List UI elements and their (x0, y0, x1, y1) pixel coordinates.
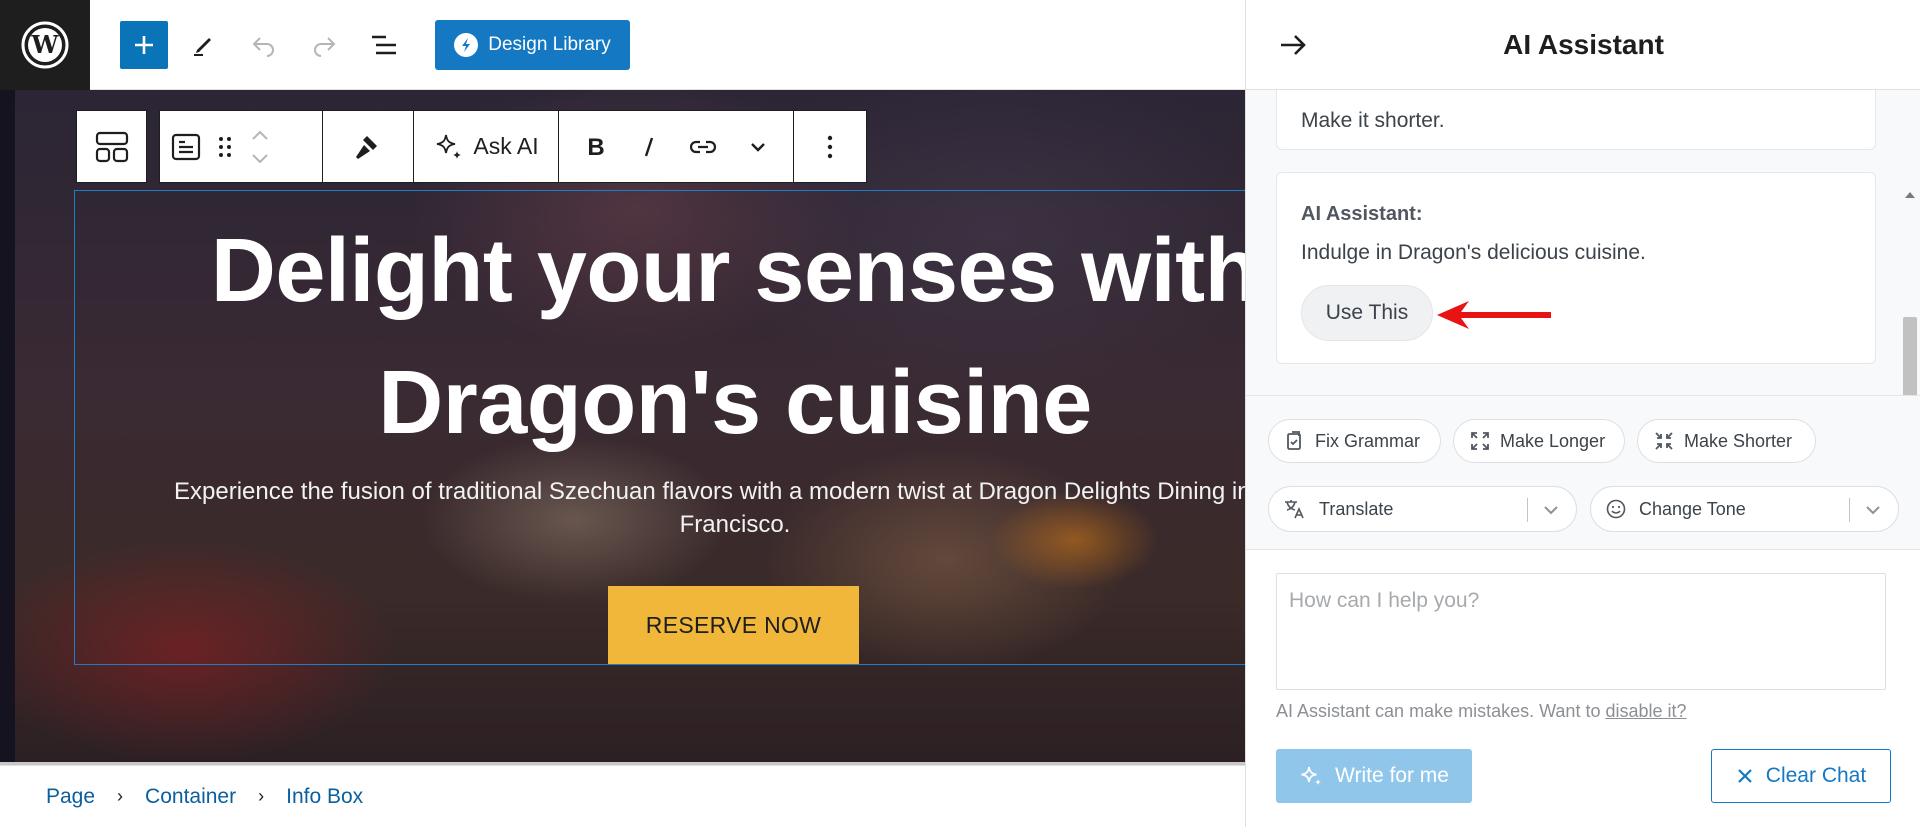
change-tone-chevron-down-icon[interactable] (1862, 499, 1884, 521)
select-divider (1849, 498, 1850, 522)
translate-chevron-down-icon[interactable] (1540, 499, 1562, 521)
make-shorter-button[interactable]: Make Shorter (1637, 419, 1816, 463)
make-longer-label: Make Longer (1500, 430, 1606, 451)
hero-title[interactable]: Delight your senses with Dragon's cuisin… (95, 205, 1245, 469)
drag-handle-icon[interactable] (216, 133, 234, 161)
ai-message-sender: AI Assistant: (1301, 203, 1423, 225)
breadcrumb-info-box[interactable]: Info Box (286, 785, 363, 809)
ai-assistant-panel: AI Assistant Make it shorter. AI Assista… (1245, 0, 1920, 827)
fix-grammar-button[interactable]: Fix Grammar (1268, 419, 1441, 463)
clear-chat-button[interactable]: Clear Chat (1711, 749, 1891, 803)
reserve-now-button[interactable]: RESERVE NOW (608, 586, 859, 664)
user-message: Make it shorter. (1276, 90, 1876, 150)
undo-icon[interactable] (242, 20, 286, 70)
expand-icon (1471, 432, 1489, 450)
move-up-down-icon[interactable] (248, 125, 272, 169)
style-brush-icon[interactable] (353, 132, 383, 162)
editor-canvas: Delight your senses with Dragon's cuisin… (0, 90, 1245, 765)
format-group: B (559, 111, 794, 182)
design-library-icon (454, 33, 479, 57)
user-message-text: Make it shorter. (1301, 109, 1445, 132)
fix-grammar-label: Fix Grammar (1315, 430, 1420, 451)
disable-ai-link[interactable]: disable it? (1605, 701, 1686, 721)
design-library-button[interactable]: Design Library (435, 20, 630, 70)
change-tone-select[interactable]: Change Tone (1590, 486, 1899, 532)
canvas-edge (0, 90, 15, 765)
breadcrumb-page[interactable]: Page (46, 785, 95, 809)
clear-chat-label: Clear Chat (1765, 764, 1867, 787)
redo-icon[interactable] (302, 20, 346, 70)
add-block-button[interactable] (120, 21, 168, 69)
breadcrumb-chevron-icon: › (258, 786, 265, 806)
options-group (794, 111, 866, 182)
prompt-box[interactable] (1276, 573, 1886, 690)
design-library-label: Design Library (488, 34, 611, 55)
ai-message-text: Indulge in Dragon's delicious cuisine. (1301, 241, 1646, 264)
italic-icon[interactable] (638, 133, 660, 161)
panel-header: AI Assistant (1246, 0, 1920, 90)
smiley-icon (1606, 499, 1626, 519)
select-divider (1527, 498, 1528, 522)
edit-pencil-icon[interactable] (182, 20, 226, 70)
block-mover-group (160, 111, 323, 182)
prompt-input[interactable] (1289, 586, 1869, 616)
disclaimer: AI Assistant can make mistakes. Want to … (1276, 701, 1687, 722)
chat-history: Make it shorter. AI Assistant: Indulge i… (1246, 90, 1920, 395)
more-options-icon[interactable] (825, 133, 835, 161)
translate-label: Translate (1319, 498, 1394, 519)
translate-icon (1285, 500, 1304, 519)
use-this-button[interactable]: Use This (1301, 285, 1433, 341)
breadcrumb-container[interactable]: Container (145, 785, 236, 809)
ai-sparkle-icon (437, 134, 462, 159)
make-shorter-label: Make Shorter (1684, 430, 1793, 451)
ask-ai-label: Ask AI (473, 133, 539, 159)
write-for-me-label: Write for me (1335, 764, 1449, 787)
disclaimer-text: AI Assistant can make mistakes. Want to (1276, 701, 1606, 721)
hero-subtitle-line-1: Experience the fusion of traditional Sze… (174, 478, 1245, 505)
link-icon[interactable] (688, 133, 718, 161)
hero-title-line-1: Delight your senses with (210, 221, 1245, 321)
hero-subtitle[interactable]: Experience the fusion of traditional Sze… (90, 475, 1245, 541)
panel-title: AI Assistant (1503, 29, 1664, 60)
scrollbar-thumb[interactable] (1903, 317, 1917, 395)
container-block-icon (95, 131, 128, 162)
wordpress-logo-icon[interactable]: W (0, 0, 90, 90)
bold-icon[interactable]: B (583, 133, 609, 161)
translate-select[interactable]: Translate (1268, 486, 1577, 532)
editor-top-toolbar: W Design Library (0, 0, 1245, 90)
block-toolbar: Ask AI B (159, 110, 867, 183)
styles-group (323, 111, 414, 182)
chat-scrollbar[interactable] (1899, 182, 1920, 395)
write-for-me-button[interactable]: Write for me (1276, 749, 1472, 803)
make-longer-button[interactable]: Make Longer (1453, 419, 1625, 463)
hero-subtitle-line-2: Francisco. (679, 511, 791, 538)
collapse-icon (1655, 432, 1673, 450)
svg-text:B: B (588, 134, 605, 161)
block-type-switcher[interactable] (76, 110, 147, 183)
ask-ai-button[interactable]: Ask AI (414, 111, 559, 182)
annotation-red-arrow-icon (1437, 301, 1551, 329)
breadcrumb-chevron-icon: › (117, 786, 124, 806)
document-overview-icon[interactable] (362, 20, 406, 70)
sparkle-icon (1301, 766, 1322, 785)
change-tone-label: Change Tone (1639, 498, 1746, 519)
info-box-block-icon[interactable] (170, 131, 202, 163)
hero-title-line-2: Dragon's cuisine (378, 353, 1092, 453)
clipboard-check-icon (1287, 431, 1301, 450)
block-breadcrumb: Page › Container › Info Box (0, 765, 1245, 827)
ai-message: AI Assistant: Indulge in Dragon's delici… (1276, 172, 1876, 364)
quick-actions: Fix Grammar Make Longer Make Shorter Tra… (1246, 395, 1920, 550)
svg-text:W: W (31, 30, 60, 59)
more-formats-chevron-down-icon[interactable] (747, 133, 769, 161)
close-x-icon (1738, 769, 1752, 783)
